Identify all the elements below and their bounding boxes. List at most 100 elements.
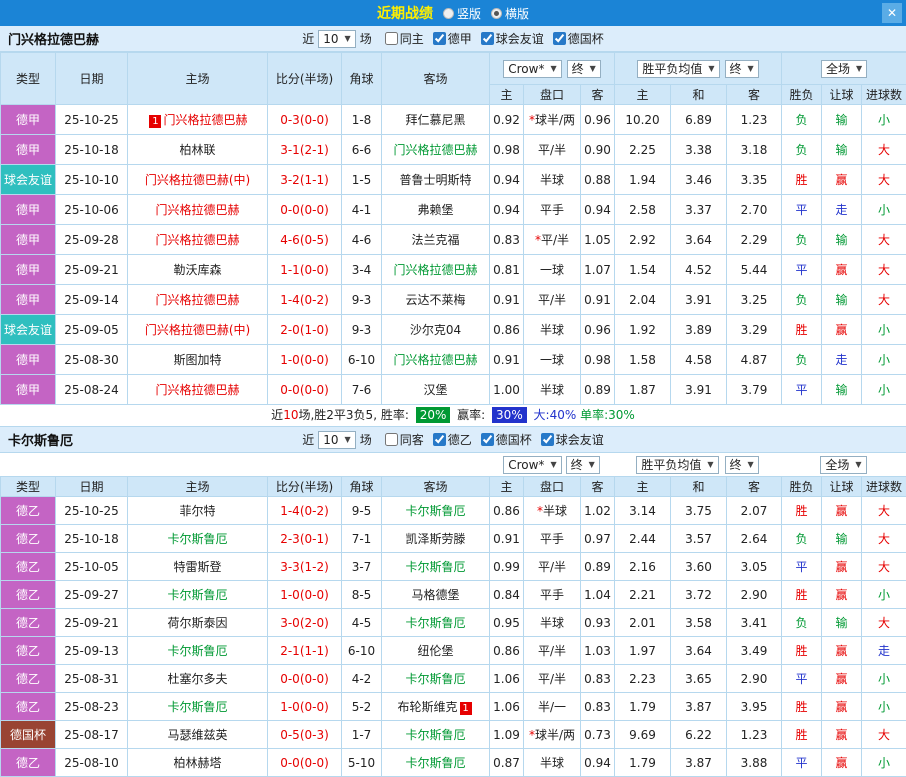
count-select[interactable]: 10▼	[318, 30, 355, 48]
filter-checkbox[interactable]	[553, 32, 566, 45]
result-goals: 大	[862, 225, 906, 255]
count-select[interactable]: 10▼	[318, 431, 355, 449]
filter-option[interactable]: 德甲	[433, 30, 472, 47]
match-date: 25-10-25	[56, 105, 128, 135]
team-name-text: 门兴格拉德巴赫(中)	[145, 323, 250, 337]
home-team: 门兴格拉德巴赫	[128, 225, 268, 255]
mean-home: 2.44	[615, 525, 671, 553]
odds-home: 0.95	[490, 609, 524, 637]
odds-away: 0.88	[581, 165, 615, 195]
chevron-down-icon: ▼	[708, 62, 714, 76]
company-select[interactable]: Crow*▼	[503, 456, 561, 474]
col-odds-home: 主	[490, 477, 524, 497]
away-team-title: 卡尔斯鲁厄	[8, 430, 73, 449]
filter-option[interactable]: 同主	[385, 30, 424, 47]
filter-label: 球会友谊	[496, 30, 544, 47]
filter-checkbox[interactable]	[385, 433, 398, 446]
team-name-text: 柏林联	[179, 143, 215, 157]
match-row: 德甲25-10-18柏林联3-1(2-1)6-6门兴格拉德巴赫0.98平/半0.…	[1, 135, 906, 165]
filter-option[interactable]: 同客	[385, 431, 424, 448]
away-team: 门兴格拉德巴赫	[382, 345, 490, 375]
team-name-text: 沙尔克04	[410, 323, 461, 337]
team-name-text: 普鲁士明斯特	[399, 173, 471, 187]
scope-select[interactable]: 全场▼	[821, 60, 867, 78]
filter-checkbox[interactable]	[481, 433, 494, 446]
col-away: 客场	[382, 477, 490, 497]
filter-option[interactable]: 德乙	[433, 431, 472, 448]
radio-checked-icon	[491, 8, 502, 19]
result-handicap: 赢	[822, 693, 862, 721]
corner-score: 6-6	[342, 135, 382, 165]
match-date: 25-09-28	[56, 225, 128, 255]
match-row: 德乙25-08-31杜塞尔多夫0-0(0-0)4-2卡尔斯鲁厄1.06平/半0.…	[1, 665, 906, 693]
result-goals: 大	[862, 553, 906, 581]
result-handicap: 赢	[822, 665, 862, 693]
match-date: 25-08-10	[56, 749, 128, 777]
layout-horizontal-option[interactable]: 横版	[491, 5, 529, 22]
final-mean-select[interactable]: 终▼	[725, 60, 759, 78]
filter-option[interactable]: 球会友谊	[481, 30, 544, 47]
home-team: 柏林赫塔	[128, 749, 268, 777]
odds-away: 1.02	[581, 497, 615, 525]
filter-checkbox[interactable]	[481, 32, 494, 45]
filter-option[interactable]: 德国杯	[481, 431, 532, 448]
odds-away: 1.07	[581, 255, 615, 285]
final-odds-select[interactable]: 终▼	[566, 456, 600, 474]
corner-score: 3-7	[342, 553, 382, 581]
col-wdl: 胜负	[782, 85, 822, 105]
result-wdl: 平	[782, 195, 822, 225]
filter-checkbox[interactable]	[433, 433, 446, 446]
final-odds-select[interactable]: 终▼	[567, 60, 601, 78]
team-name-text: 柏林赫塔	[173, 756, 221, 770]
match-score: 1-4(0-2)	[268, 497, 342, 525]
match-score: 2-0(1-0)	[268, 315, 342, 345]
section1-header: 门兴格拉德巴赫 近 10▼ 场 同主德甲球会友谊德国杯	[0, 26, 906, 52]
mean-away: 3.41	[727, 609, 782, 637]
team-name-text: 卡尔斯鲁厄	[167, 644, 227, 658]
home-team: 卡尔斯鲁厄	[128, 581, 268, 609]
section2-select-row: Crow*▼ 终▼ 胜平负均值▼ 终▼ 全场▼	[0, 453, 906, 476]
scope-select[interactable]: 全场▼	[820, 456, 866, 474]
mean-draw: 3.87	[671, 693, 727, 721]
mean-select[interactable]: 胜平负均值▼	[637, 60, 719, 78]
mean-home: 2.01	[615, 609, 671, 637]
filter-checkbox[interactable]	[385, 32, 398, 45]
result-wdl: 平	[782, 255, 822, 285]
corner-score: 6-10	[342, 637, 382, 665]
mean-select[interactable]: 胜平负均值▼	[636, 456, 718, 474]
chevron-down-icon: ▼	[345, 433, 351, 447]
result-wdl: 平	[782, 553, 822, 581]
away-team: 布轮斯维克1	[382, 693, 490, 721]
result-wdl: 平	[782, 749, 822, 777]
odds-away: 0.94	[581, 195, 615, 225]
layout-vertical-option[interactable]: 竖版	[443, 5, 481, 22]
col-corner: 角球	[342, 53, 382, 105]
summary-segment: 10	[283, 408, 298, 422]
summary-segment: 30%	[492, 407, 527, 423]
filter-option[interactable]: 球会友谊	[541, 431, 604, 448]
filter-checkbox[interactable]	[433, 32, 446, 45]
corner-score: 7-6	[342, 375, 382, 405]
away-team: 普鲁士明斯特	[382, 165, 490, 195]
filter-option[interactable]: 德国杯	[553, 30, 604, 47]
result-handicap: 赢	[822, 581, 862, 609]
odds-home: 0.91	[490, 525, 524, 553]
odds-home: 0.98	[490, 135, 524, 165]
league-badge: 德甲	[1, 375, 56, 405]
odds-home: 1.06	[490, 693, 524, 721]
team-name-text: 门兴格拉德巴赫	[393, 143, 477, 157]
match-row: 德乙25-10-05特雷斯登3-3(1-2)3-7卡尔斯鲁厄0.99平/半0.8…	[1, 553, 906, 581]
scope-group-header: 全场▼	[782, 53, 906, 85]
chevron-down-icon: ▼	[707, 458, 713, 472]
corner-score: 5-2	[342, 693, 382, 721]
chevron-down-icon: ▼	[589, 458, 595, 472]
final-mean-select[interactable]: 终▼	[725, 456, 759, 474]
match-score: 0-0(0-0)	[268, 665, 342, 693]
chevron-down-icon: ▼	[345, 32, 351, 46]
result-wdl: 胜	[782, 693, 822, 721]
chevron-down-icon: ▼	[856, 62, 862, 76]
filter-checkbox[interactable]	[541, 433, 554, 446]
company-select[interactable]: Crow*▼	[503, 60, 561, 78]
mean-draw: 3.58	[671, 609, 727, 637]
close-icon[interactable]: ✕	[882, 3, 902, 23]
